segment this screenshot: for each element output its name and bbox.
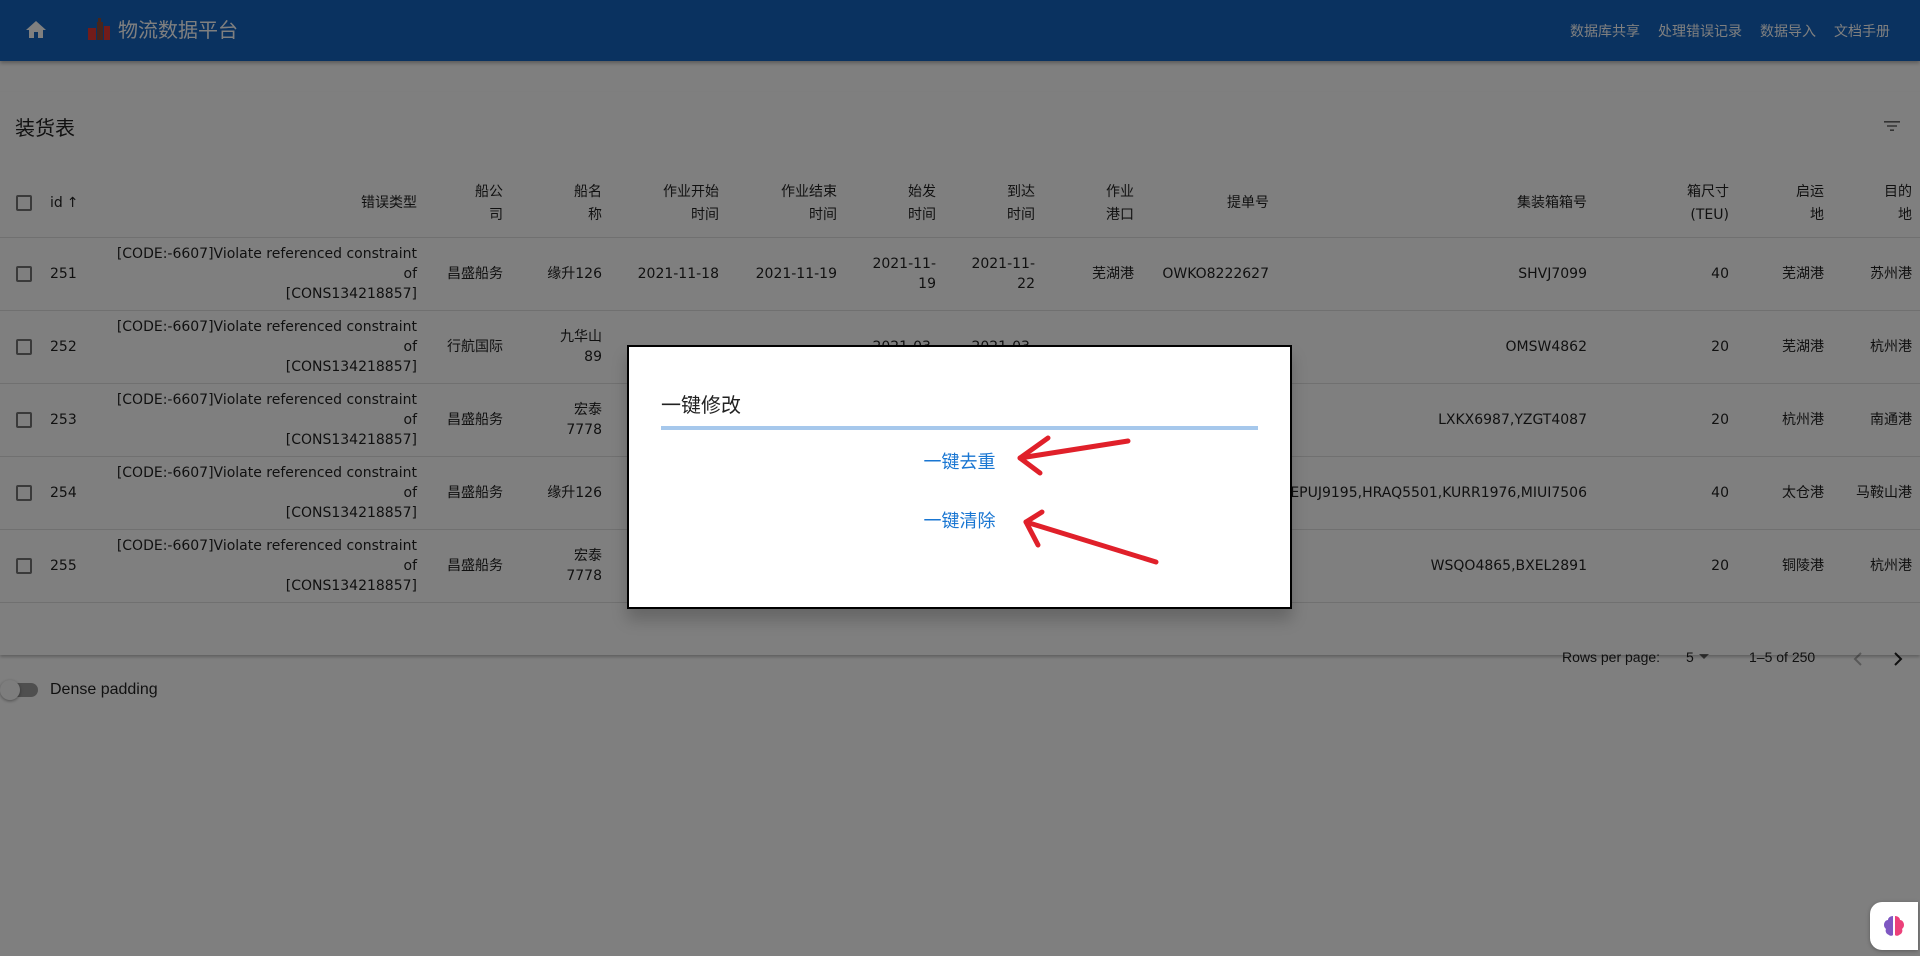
quick-edit-dialog: 一键修改 一键去重 一键清除 [627,345,1292,609]
clear-button[interactable]: 一键清除 [629,507,1290,533]
dedupe-button[interactable]: 一键去重 [629,448,1290,474]
assistant-button[interactable] [1870,902,1918,950]
dialog-divider [661,426,1258,430]
dialog-title: 一键修改 [661,393,741,417]
brain-icon [1884,916,1904,936]
